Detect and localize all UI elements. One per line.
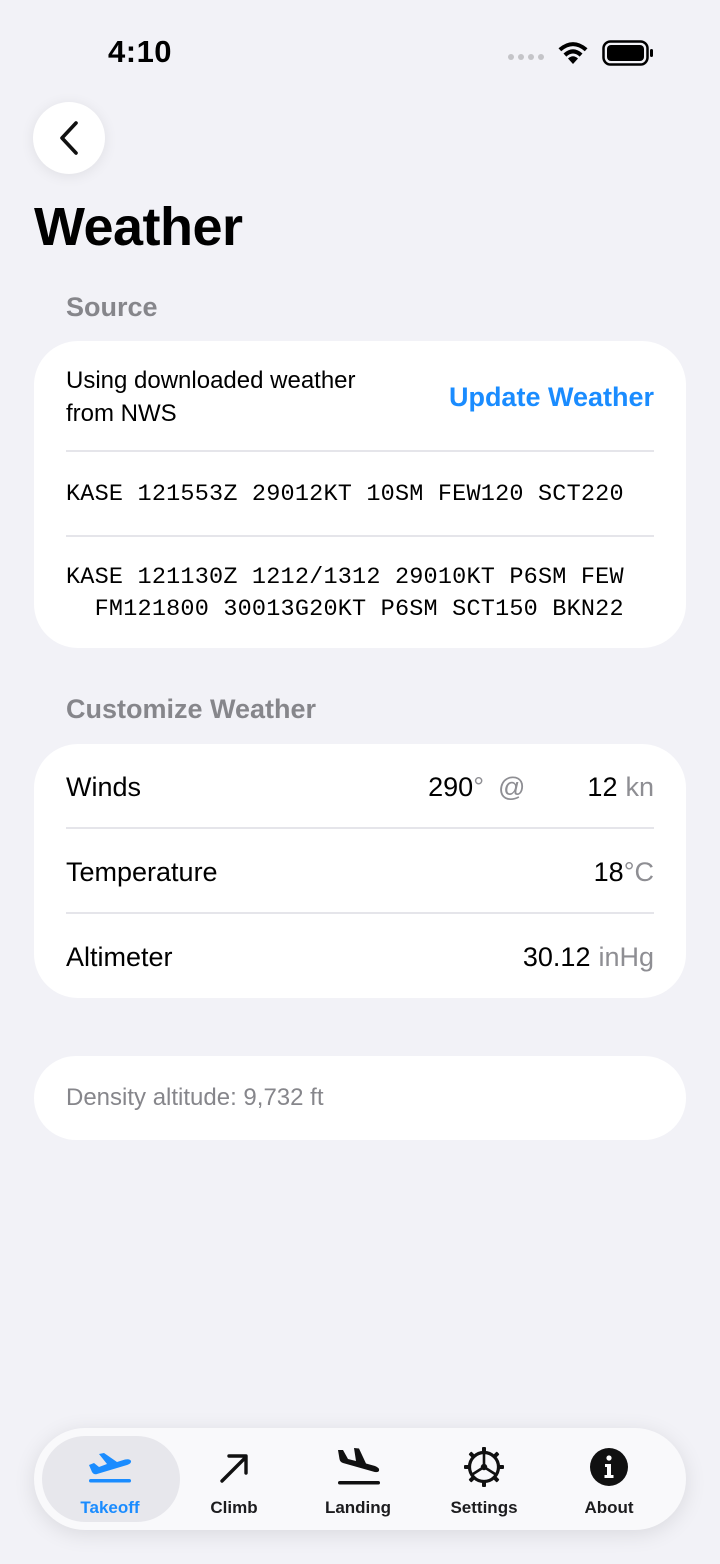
divider [66, 535, 654, 537]
update-weather-button[interactable]: Update Weather [449, 382, 654, 413]
wind-direction-unit: ° [473, 771, 484, 802]
winds-row[interactable]: Winds 290 ° @ 12 kn [66, 745, 654, 829]
source-description: Using downloaded weather from NWS [66, 367, 356, 427]
winds-label: Winds [66, 771, 142, 802]
altimeter-values: 30.12 inHg [523, 942, 654, 973]
status-time: 4:10 [108, 34, 173, 69]
altimeter-label: Altimeter [66, 941, 173, 972]
divider [66, 827, 654, 829]
status-icons [508, 38, 654, 68]
divider [66, 450, 654, 452]
source-row: Using downloaded weather from NWS Update… [66, 363, 654, 431]
temperature-row[interactable]: Temperature 18 °C [66, 830, 654, 914]
winds-values: 290 ° @ 12 kn [428, 772, 654, 803]
tab-about[interactable]: About [549, 1428, 669, 1530]
density-altitude-text: Density altitude: 9,732 ft [66, 1084, 324, 1111]
info-icon [589, 1444, 629, 1490]
customize-section-header: Customize Weather [66, 694, 317, 724]
tab-takeoff-label: Takeoff [80, 1498, 140, 1517]
battery-icon [602, 40, 653, 66]
metar-text: KASE 121553Z 29012KT 10SM FEW120 SCT220 [66, 481, 624, 508]
back-button[interactable] [33, 102, 105, 174]
altimeter-value[interactable]: 30.12 [523, 942, 591, 973]
taf-line-1: KASE 121130Z 1212/1312 29010KT P6SM FEW [66, 564, 624, 591]
altimeter-unit: inHg [598, 941, 654, 972]
page-title: Weather [34, 197, 243, 257]
climb-arrow-icon [216, 1444, 252, 1490]
tab-takeoff[interactable]: Takeoff [50, 1428, 170, 1530]
wind-at-symbol: @ [498, 771, 526, 802]
weather-screen: 4:10 Weather Source Using downloaded wea… [0, 0, 720, 1564]
wind-speed-value[interactable]: 12 [587, 772, 617, 803]
tab-climb-label: Climb [210, 1498, 258, 1517]
landing-icon [333, 1444, 383, 1490]
customize-card: Winds 290 ° @ 12 kn Temperature 18 °C Al… [34, 744, 686, 998]
altimeter-row[interactable]: Altimeter 30.12 inHg [66, 915, 654, 998]
wind-direction-value[interactable]: 290 [428, 772, 473, 803]
tab-bar: Takeoff Climb Landing Settings About [34, 1428, 686, 1530]
source-section-header: Source [66, 292, 158, 322]
takeoff-icon [85, 1444, 135, 1490]
density-altitude-card: Density altitude: 9,732 ft [34, 1056, 686, 1140]
tab-settings-label: Settings [450, 1498, 518, 1517]
tab-climb[interactable]: Climb [174, 1428, 294, 1530]
source-card: Using downloaded weather from NWS Update… [34, 341, 686, 648]
chevron-left-icon [60, 121, 78, 155]
tab-landing-label: Landing [324, 1498, 392, 1517]
tab-landing[interactable]: Landing [298, 1428, 418, 1530]
temperature-label: Temperature [66, 856, 218, 887]
tab-about-label: About [584, 1498, 634, 1517]
tab-settings[interactable]: Settings [424, 1428, 544, 1530]
taf-line-2: FM121800 30013G20KT P6SM SCT150 BKN22 [66, 596, 624, 623]
temperature-values: 18 °C [594, 857, 654, 888]
temperature-unit: °C [623, 856, 654, 887]
wifi-icon [558, 42, 588, 64]
gear-icon [463, 1444, 505, 1490]
wind-speed-unit: kn [625, 771, 654, 802]
divider [66, 912, 654, 914]
cellular-signal-icon [508, 54, 544, 60]
temperature-value[interactable]: 18 [594, 857, 624, 888]
